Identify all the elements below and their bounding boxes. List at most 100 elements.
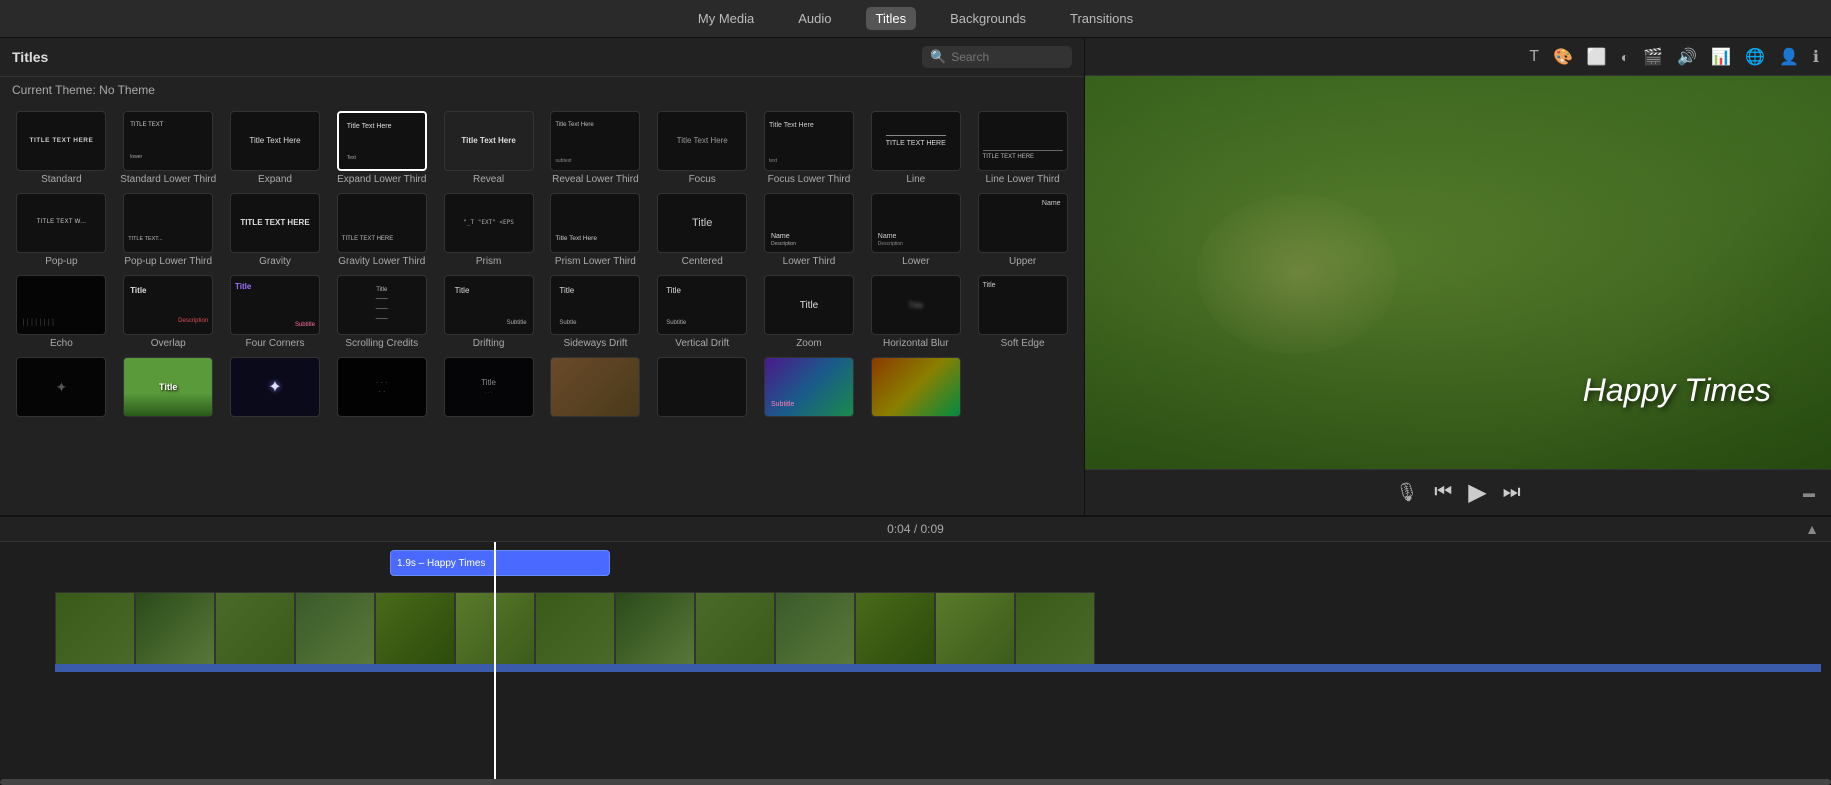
film-frame [135, 592, 215, 672]
toolbar-row: T 🎨 ⬜ ◐ 🎬 🔊 📊 🌐 👤 ℹ [1085, 38, 1831, 76]
timecode-display: 0:04 / 0:09 [887, 522, 944, 536]
toolbar-text-btn[interactable]: T [1525, 46, 1543, 68]
play-button[interactable]: ▶ [1468, 478, 1486, 507]
title-item-prism[interactable]: "_T "EXT" <EPS Prism [439, 193, 538, 267]
title-item-r4c2[interactable]: Title [119, 357, 218, 420]
panel-title: Titles [12, 49, 48, 65]
title-item-line[interactable]: TITLE TEXT HERE Line [866, 111, 965, 185]
panel-header: Titles 🔍 [0, 38, 1084, 77]
nav-backgrounds[interactable]: Backgrounds [940, 7, 1036, 30]
right-panel: T 🎨 ⬜ ◐ 🎬 🔊 📊 🌐 👤 ℹ Happy Times 🎙 [1085, 38, 1831, 515]
title-item-prism-lower-third[interactable]: Title Text Here Prism Lower Third [546, 193, 645, 267]
title-item-soft-edge[interactable]: Title Soft Edge [973, 275, 1072, 349]
search-icon: 🔍 [930, 49, 946, 65]
mic-button[interactable]: 🎙 [1395, 482, 1418, 503]
nav-my-media[interactable]: My Media [688, 7, 764, 30]
title-item-expand[interactable]: Title Text Here Expand [226, 111, 325, 185]
search-box[interactable]: 🔍 [922, 46, 1072, 68]
title-item-r4c7[interactable] [653, 357, 752, 420]
title-item-vertical-drift[interactable]: Title Subtitle Vertical Drift [653, 275, 752, 349]
title-item-expand-lower-third[interactable]: Title Text Here Text Expand Lower Third [332, 111, 431, 185]
title-item-r4c4[interactable]: · · ·· · [332, 357, 431, 420]
toolbar-video-btn[interactable]: 🎬 [1639, 45, 1667, 69]
title-item-gravity-lower-third[interactable]: TITLE TEXT HERE Gravity Lower Third [332, 193, 431, 267]
playback-controls: 🎙 ⏮ ▶ ⏭ ▬ [1085, 469, 1831, 515]
forward-button[interactable]: ⏭ [1503, 481, 1521, 504]
toolbar-user-btn[interactable]: 👤 [1775, 45, 1803, 69]
timeline-content: 1.9s – Happy Times [0, 542, 1831, 779]
titles-grid: TITLE TEXT HERE Standard TITLE TEXT lowe… [12, 111, 1072, 420]
film-frame [215, 592, 295, 672]
title-item-reveal-lower-third[interactable]: Title Text Here subtext Reveal Lower Thi… [546, 111, 645, 185]
title-item-focus[interactable]: Title Text Here Focus [653, 111, 752, 185]
title-item-centered[interactable]: Title Centered [653, 193, 752, 267]
title-item-focus-lower-third[interactable]: Title Text Here text Focus Lower Third [760, 111, 859, 185]
title-item-lower-third[interactable]: Name Description Lower Third [760, 193, 859, 267]
title-item-r4c9[interactable] [866, 357, 965, 420]
title-item-line-lower-third[interactable]: TITLE TEXT HERE Line Lower Third [973, 111, 1072, 185]
top-nav: My Media Audio Titles Backgrounds Transi… [0, 0, 1831, 38]
film-frame [55, 592, 135, 672]
volume-indicator: ▬ [1803, 486, 1815, 500]
title-item-r4c5[interactable]: Title· · · [439, 357, 538, 420]
film-frame [935, 592, 1015, 672]
rewind-button[interactable]: ⏮ [1434, 481, 1452, 504]
film-frame [535, 592, 615, 672]
film-frame [855, 592, 935, 672]
nav-audio[interactable]: Audio [788, 7, 841, 30]
film-frame [615, 592, 695, 672]
title-item-standard[interactable]: TITLE TEXT HERE Standard [12, 111, 111, 185]
title-item-r4c1[interactable]: ✦ [12, 357, 111, 420]
timeline-header: 0:04 / 0:09 ▲ [0, 517, 1831, 542]
progress-line [494, 542, 496, 779]
toolbar-color-btn[interactable]: 🎨 [1549, 45, 1577, 69]
title-item-r4c6[interactable] [546, 357, 645, 420]
nav-titles[interactable]: Titles [866, 7, 917, 30]
titles-grid-area: TITLE TEXT HERE Standard TITLE TEXT lowe… [0, 103, 1084, 515]
title-item-echo[interactable]: |||||||| Echo [12, 275, 111, 349]
title-item-reveal[interactable]: Title Text Here Reveal [439, 111, 538, 185]
title-item-drifting[interactable]: Title Subtitle Drifting [439, 275, 538, 349]
timeline-settings-btn[interactable]: ▲ [1805, 521, 1819, 537]
theme-line: Current Theme: No Theme [0, 77, 1084, 103]
timeline-scrollbar[interactable] [0, 779, 1831, 785]
toolbar-crop-btn[interactable]: ⬜ [1583, 45, 1611, 69]
title-item-popup-lower-third[interactable]: TITLE TEXT... Pop-up Lower Third [119, 193, 218, 267]
search-input[interactable] [951, 50, 1061, 64]
title-item-r4c3[interactable]: ✦ [226, 357, 325, 420]
title-item-standard-lower-third[interactable]: TITLE TEXT lower Standard Lower Third [119, 111, 218, 185]
film-frame [775, 592, 855, 672]
timeline-scrollbar-thumb[interactable] [0, 779, 1831, 785]
title-item-r4c8[interactable]: Subtitle [760, 357, 859, 420]
left-panel: Titles 🔍 Current Theme: No Theme TITLE T… [0, 38, 1085, 515]
title-item-four-corners[interactable]: Title Subtitle Four Corners [226, 275, 325, 349]
title-item-upper[interactable]: Name Upper [973, 193, 1072, 267]
video-selection-bar [55, 664, 1821, 672]
video-preview: Happy Times [1085, 76, 1831, 469]
toolbar-audio-btn[interactable]: 🔊 [1673, 45, 1701, 69]
title-clip[interactable]: 1.9s – Happy Times [390, 550, 610, 576]
toolbar-info-btn[interactable]: ℹ [1809, 45, 1823, 69]
video-background [1085, 76, 1831, 469]
title-item-overlap[interactable]: Title Description Overlap [119, 275, 218, 349]
title-item-lower[interactable]: Name Description Lower [866, 193, 965, 267]
title-item-zoom[interactable]: Title Zoom [760, 275, 859, 349]
film-frame [695, 592, 775, 672]
title-item-gravity[interactable]: TITLE TEXT HERE Gravity [226, 193, 325, 267]
bottom-area: 0:04 / 0:09 ▲ 1.9s – Happy Times [0, 515, 1831, 785]
title-item-popup[interactable]: TITLE TEXT W... Pop-up [12, 193, 111, 267]
toolbar-share-btn[interactable]: 🌐 [1741, 45, 1769, 69]
video-title-overlay: Happy Times [1583, 372, 1771, 409]
toolbar-filter-btn[interactable]: ◐ [1617, 47, 1633, 67]
title-item-sideways-drift[interactable]: Title Subtle Sideways Drift [546, 275, 645, 349]
toolbar-speed-btn[interactable]: 📊 [1707, 45, 1735, 69]
main-area: Titles 🔍 Current Theme: No Theme TITLE T… [0, 38, 1831, 515]
progress-handle[interactable] [490, 542, 500, 544]
film-frame [1015, 592, 1095, 672]
video-film-strip [55, 592, 1821, 672]
title-item-scrolling-credits[interactable]: Title—————— Scrolling Credits [332, 275, 431, 349]
film-frame [375, 592, 455, 672]
nav-transitions[interactable]: Transitions [1060, 7, 1143, 30]
title-item-horizontal-blur[interactable]: Title Horizontal Blur [866, 275, 965, 349]
film-frame [295, 592, 375, 672]
